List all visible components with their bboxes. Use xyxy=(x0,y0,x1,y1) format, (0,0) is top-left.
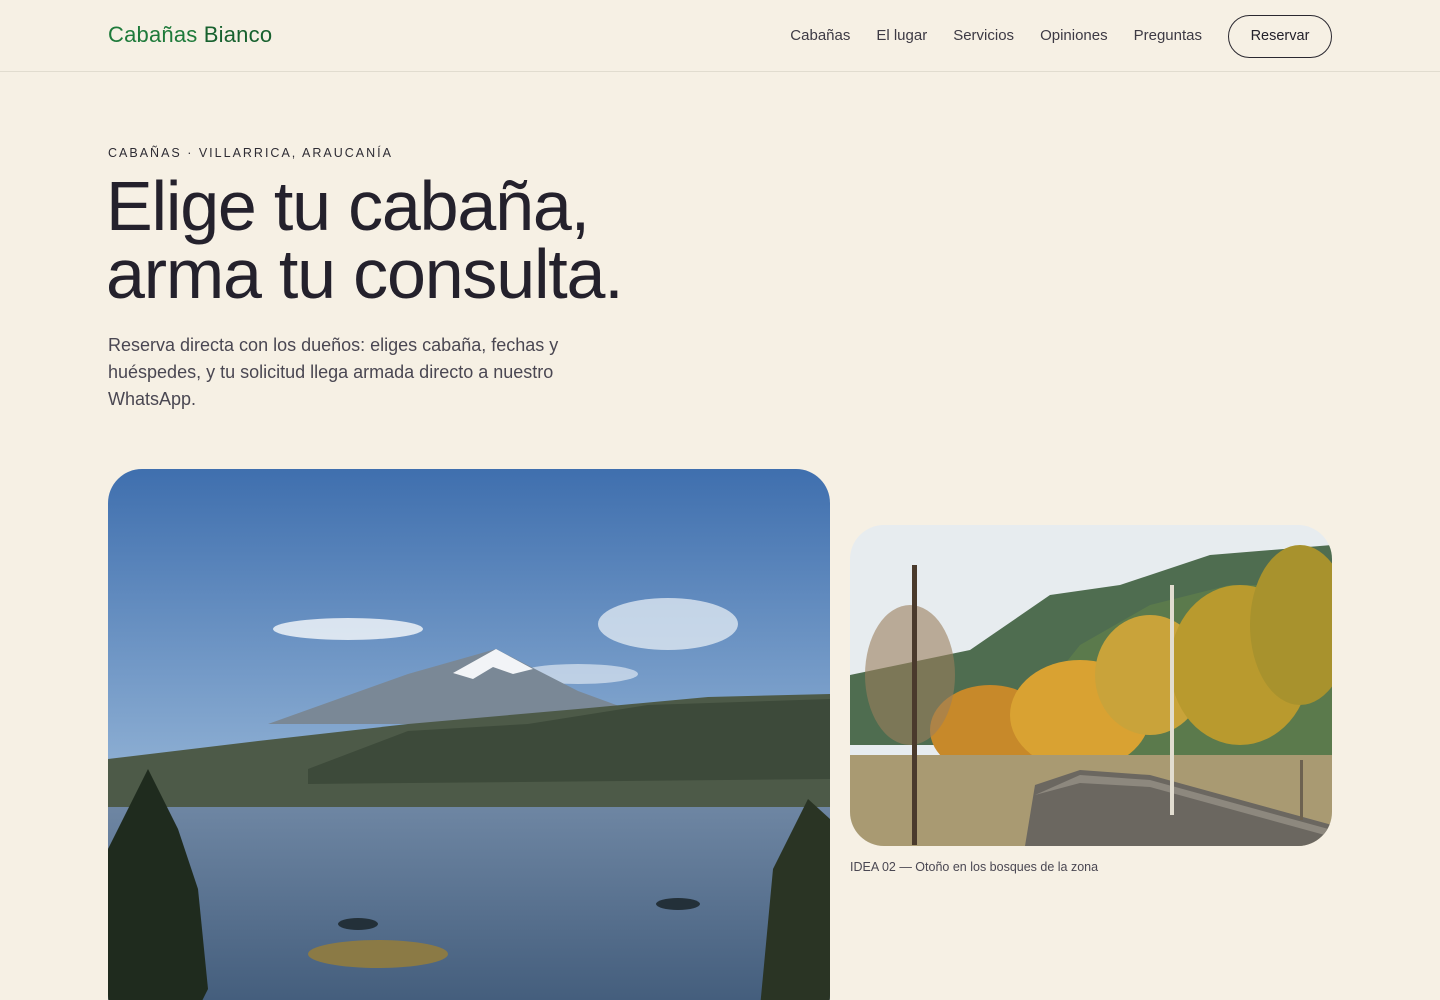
side-photo-caption: IDEA 02 — Otoño en los bosques de la zon… xyxy=(850,860,1099,874)
hero-title: Elige tu cabaña, arma tu consulta. xyxy=(106,167,624,313)
hero-title-line1: Elige tu cabaña, xyxy=(106,167,590,245)
brand-name-part1: Cabañas xyxy=(108,22,198,47)
nav-link-servicios[interactable]: Servicios xyxy=(953,14,1014,58)
nav-link-el-lugar[interactable]: El lugar xyxy=(876,14,927,58)
brand-logo[interactable]: Cabañas Bianco xyxy=(108,22,272,48)
nav-link-cabanas[interactable]: Cabañas xyxy=(790,14,850,58)
site-header: Cabañas Bianco Cabañas El lugar Servicio… xyxy=(0,0,1440,72)
hero-subtitle: Reserva directa con los dueños: eliges c… xyxy=(108,335,559,409)
autumn-forest-photo xyxy=(850,525,1332,846)
volcano-lake-photo xyxy=(108,469,830,1000)
reservar-button[interactable]: Reservar xyxy=(1228,14,1332,58)
nav-link-preguntas[interactable]: Preguntas xyxy=(1134,14,1202,58)
hero-title-line2: arma tu consulta. xyxy=(106,235,624,313)
hero-eyebrow: CABAÑAS · VILLARRICA, ARAUCANÍA xyxy=(108,146,393,160)
nav-link-opiniones[interactable]: Opiniones xyxy=(1040,14,1108,58)
brand-name-part2: Bianco xyxy=(203,22,273,47)
main-nav: Cabañas El lugar Servicios Opiniones Pre… xyxy=(764,14,1332,58)
